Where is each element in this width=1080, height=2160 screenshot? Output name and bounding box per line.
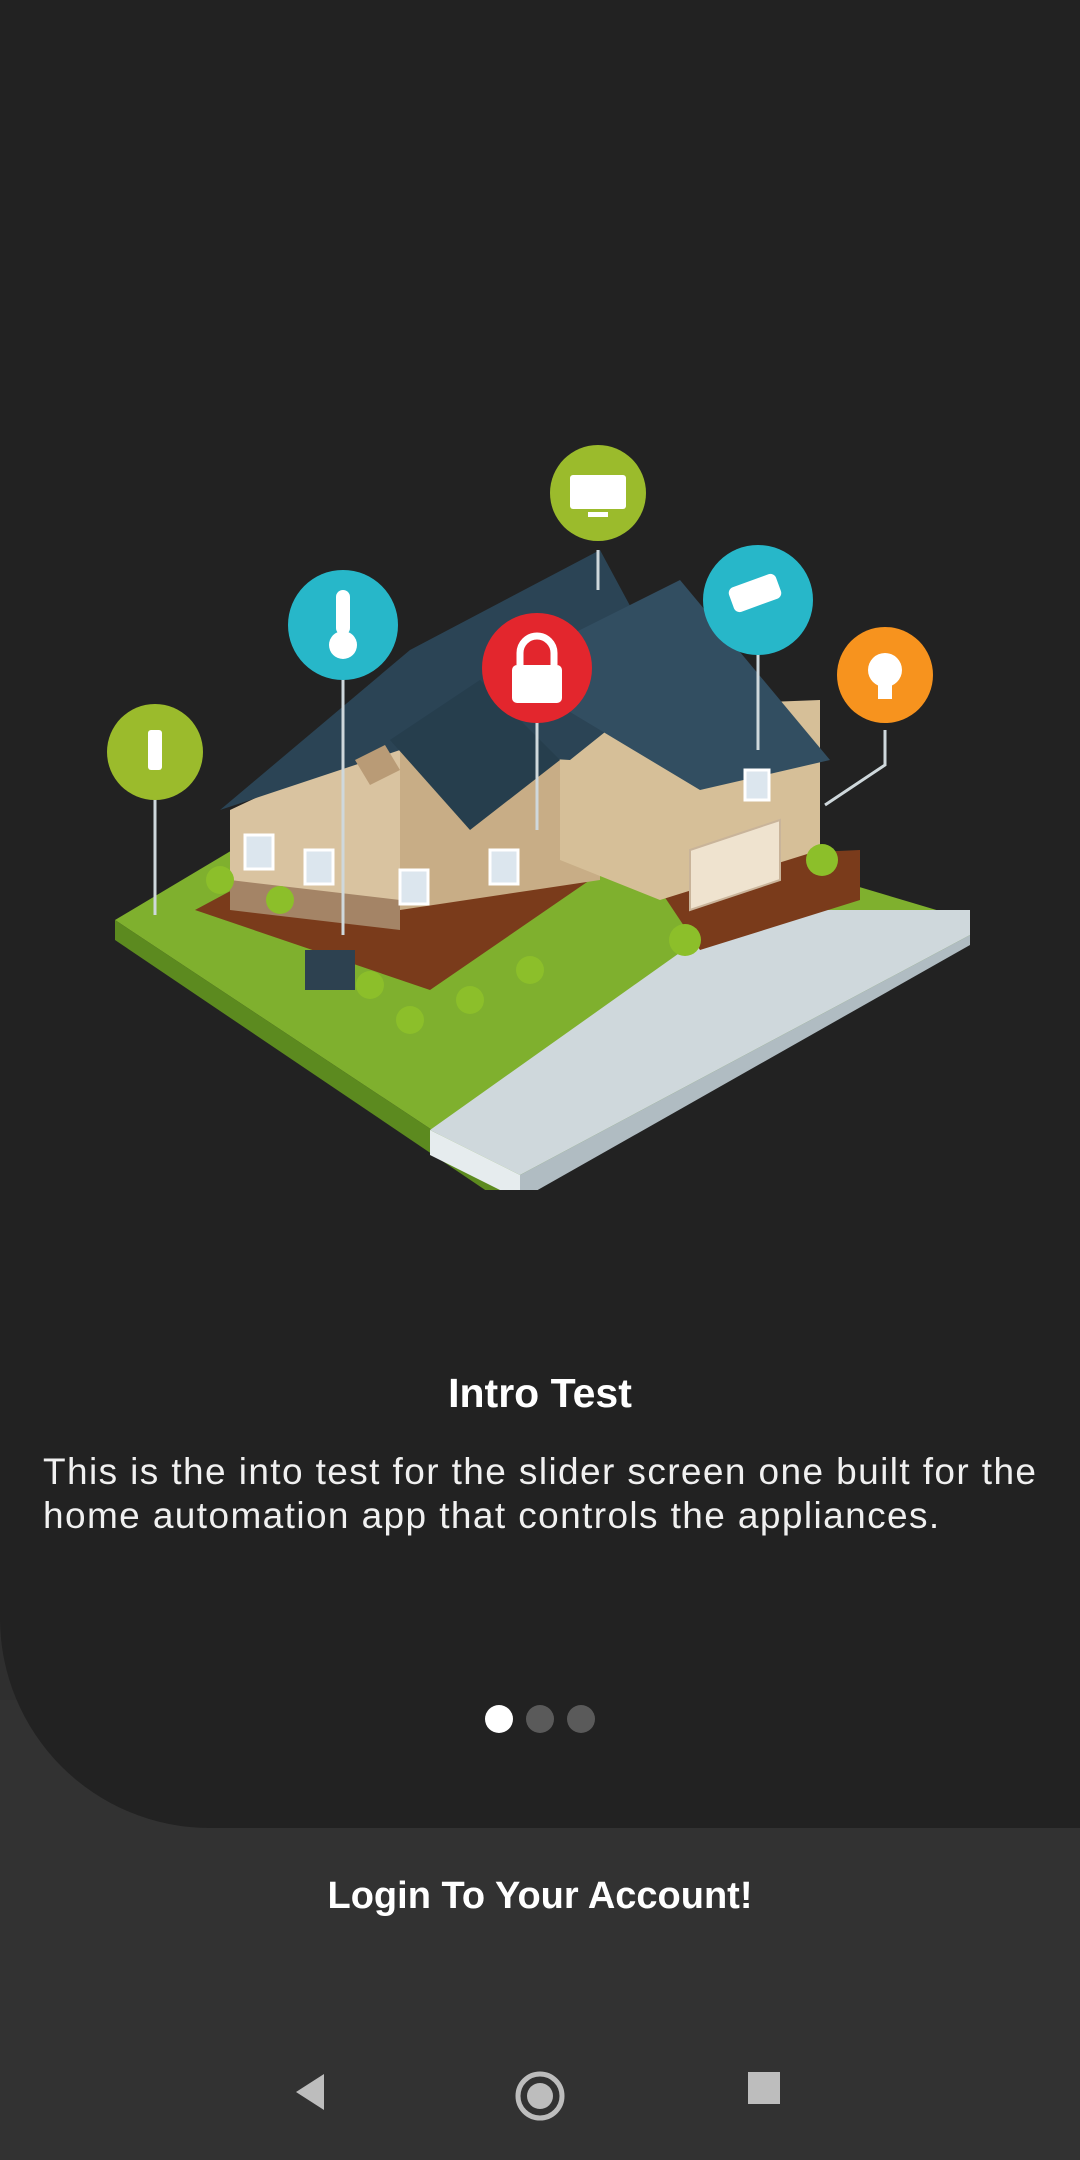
pager-dot-1[interactable] [485,1705,513,1733]
thermometer-icon [288,570,398,680]
pager-dots[interactable] [0,1705,1080,1733]
pager-dot-2[interactable] [526,1705,554,1733]
intro-slider-panel[interactable]: Intro Test This is the into test for the… [0,0,1080,1828]
login-button[interactable]: Login To Your Account! [0,1875,1080,1918]
intro-description: This is the into test for the slider scr… [43,1451,1038,1536]
lightbulb-icon [837,627,933,723]
intro-title: Intro Test [448,1370,632,1416]
back-icon[interactable] [292,2070,332,2114]
security-camera-icon [703,545,813,655]
recents-icon[interactable] [746,2070,782,2106]
device-icons-layer [107,445,933,800]
pager-dot-3[interactable] [567,1705,595,1733]
lock-icon [482,613,592,723]
system-nav-bar [0,2040,1080,2160]
tv-icon [550,445,646,541]
home-icon[interactable] [514,2070,566,2122]
sprinkler-icon [107,704,203,800]
